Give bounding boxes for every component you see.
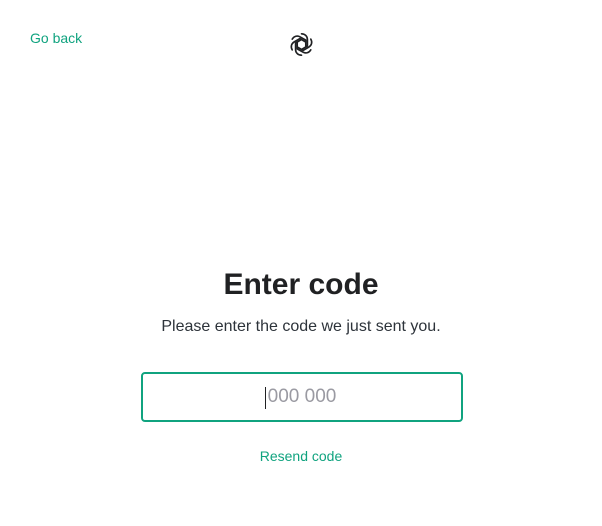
page-title: Enter code bbox=[223, 268, 379, 301]
resend-code-link[interactable]: Resend code bbox=[260, 448, 343, 464]
openai-logo-icon bbox=[285, 28, 318, 61]
go-back-link[interactable]: Go back bbox=[30, 29, 82, 47]
resend-row: Resend code bbox=[0, 447, 602, 465]
page-subtitle: Please enter the code we just sent you. bbox=[161, 318, 441, 335]
text-caret bbox=[265, 387, 266, 409]
code-field bbox=[141, 372, 463, 422]
code-input[interactable] bbox=[143, 374, 461, 420]
